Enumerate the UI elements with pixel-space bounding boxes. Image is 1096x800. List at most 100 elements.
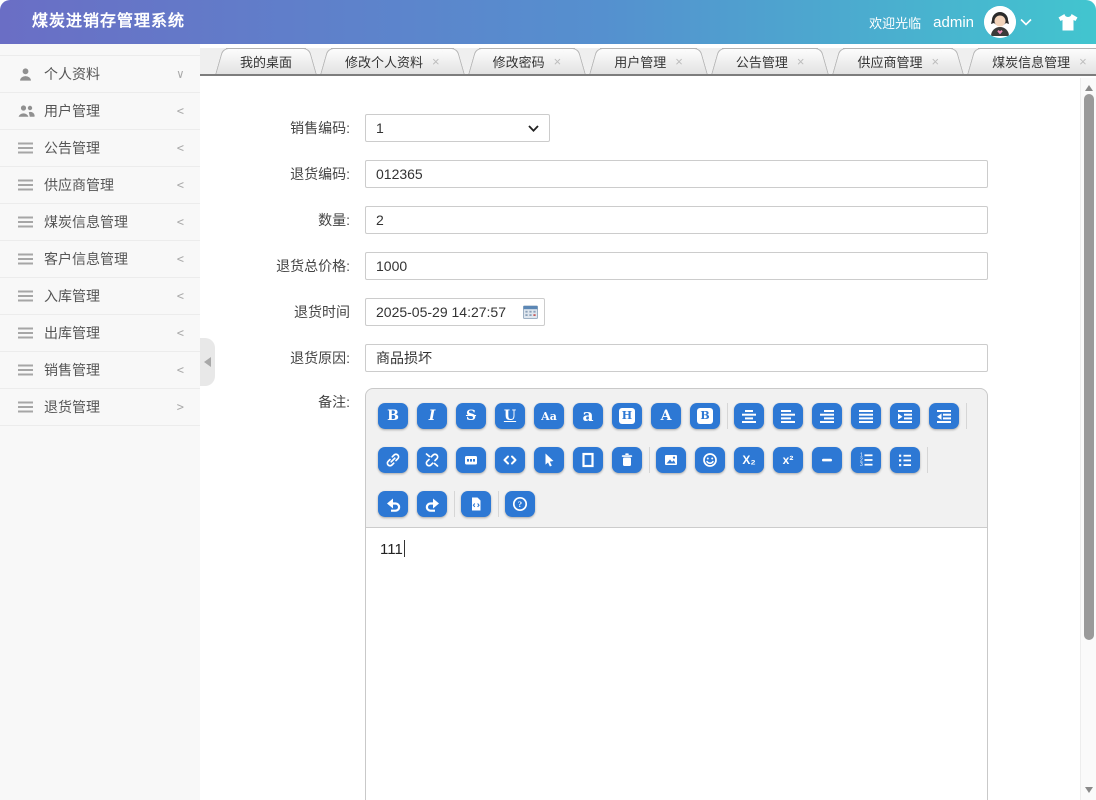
tab-close-icon[interactable]: ×	[675, 55, 683, 68]
sidebar-item-customer-info-management[interactable]: 客户信息管理 <	[0, 241, 200, 278]
align-right-icon	[819, 409, 835, 423]
sidebar-item-outbound-management[interactable]: 出库管理 <	[0, 315, 200, 352]
source-code-button[interactable]	[461, 491, 491, 517]
sale-code-select[interactable]: 1	[365, 114, 550, 142]
scrollbar-thumb[interactable]	[1084, 94, 1094, 640]
avatar[interactable]	[984, 6, 1016, 38]
vertical-scrollbar[interactable]	[1080, 78, 1096, 800]
superscript-button[interactable]: x²	[773, 447, 803, 473]
sidebar-item-supplier-management[interactable]: 供应商管理 <	[0, 167, 200, 204]
sidebar-item-profile[interactable]: 个人资料 ∨	[0, 56, 200, 93]
frame-button[interactable]	[573, 447, 603, 473]
unordered-list-icon	[897, 452, 913, 468]
tab-notice-management[interactable]: 公告管理 ×	[722, 48, 819, 74]
tab-my-desktop[interactable]: 我的桌面	[226, 48, 306, 74]
media-button[interactable]	[456, 447, 486, 473]
unlink-button[interactable]	[417, 447, 447, 473]
app-window: 煤炭进销存管理系统 欢迎光临 admin	[0, 0, 1096, 800]
tab-coal-info-management[interactable]: 煤炭信息管理 ×	[978, 48, 1096, 74]
subscript-button[interactable]: X₂	[734, 447, 764, 473]
ordered-list-button[interactable]: 123	[851, 447, 881, 473]
image-button[interactable]	[656, 447, 686, 473]
italic-button[interactable]: I	[417, 403, 447, 429]
align-justify-icon	[858, 409, 874, 423]
user-area: 欢迎光临 admin	[869, 0, 1078, 44]
list-icon	[18, 325, 35, 341]
align-justify-button[interactable]	[851, 403, 881, 429]
calendar-icon[interactable]	[523, 305, 538, 324]
username: admin	[933, 14, 974, 31]
tab-user-management[interactable]: 用户管理 ×	[600, 48, 697, 74]
delete-button[interactable]	[612, 447, 642, 473]
outdent-button[interactable]	[929, 403, 959, 429]
horizontal-rule-button[interactable]	[812, 447, 842, 473]
unordered-list-button[interactable]	[890, 447, 920, 473]
strikethrough-button[interactable]: S	[456, 403, 486, 429]
code-button[interactable]	[495, 447, 525, 473]
help-button[interactable]: ?	[505, 491, 535, 517]
list-icon	[18, 140, 35, 156]
indent-button[interactable]	[890, 403, 920, 429]
sidebar-item-sales-management[interactable]: 销售管理 <	[0, 352, 200, 389]
background-color-button[interactable]: B	[690, 403, 720, 429]
sidebar-item-user-management[interactable]: 用户管理 <	[0, 93, 200, 130]
quantity-input[interactable]	[365, 206, 988, 234]
editor-content-text: 111	[380, 541, 403, 558]
align-left-button[interactable]	[773, 403, 803, 429]
link-button[interactable]	[378, 447, 408, 473]
chevron-collapsed-icon: <	[177, 326, 184, 340]
tab-close-icon[interactable]: ×	[931, 55, 939, 68]
outdent-icon	[936, 409, 952, 423]
scroll-down-arrow-icon[interactable]	[1085, 787, 1093, 793]
tab-close-icon[interactable]: ×	[1079, 55, 1087, 68]
total-price-input[interactable]	[365, 252, 988, 280]
remark-rich-text-editor: B I S U Aa a H A B	[365, 388, 988, 800]
tab-supplier-management[interactable]: 供应商管理 ×	[843, 48, 953, 74]
list-icon	[18, 251, 35, 267]
sidebar-item-inbound-management[interactable]: 入库管理 <	[0, 278, 200, 315]
app-title: 煤炭进销存管理系统	[32, 0, 185, 44]
chevron-down-icon[interactable]	[1020, 18, 1032, 26]
tab-change-password[interactable]: 修改密码 ×	[479, 48, 576, 74]
tab-edit-profile[interactable]: 修改个人资料 ×	[331, 48, 454, 74]
form-row-total-price: 退货总价格:	[200, 252, 1080, 280]
background-color-icon: B	[697, 408, 713, 424]
editor-toolbar: B I S U Aa a H A B	[366, 389, 987, 528]
font-color-button[interactable]: A	[651, 403, 681, 429]
align-center-button[interactable]	[734, 403, 764, 429]
tab-close-icon[interactable]: ×	[797, 55, 805, 68]
image-icon	[663, 452, 679, 468]
sidebar-item-returns-management[interactable]: 退货管理 >	[0, 389, 200, 426]
redo-button[interactable]	[417, 491, 447, 517]
sidebar-item-coal-info-management[interactable]: 煤炭信息管理 <	[0, 204, 200, 241]
return-time-input[interactable]	[365, 298, 545, 326]
theme-tshirt-icon[interactable]	[1058, 14, 1078, 31]
align-right-button[interactable]	[812, 403, 842, 429]
select-cursor-button[interactable]	[534, 447, 564, 473]
sidebar-item-notice-management[interactable]: 公告管理 <	[0, 130, 200, 167]
return-reason-input[interactable]	[365, 344, 988, 372]
font-family-button[interactable]: a	[573, 403, 603, 429]
underline-button[interactable]: U	[495, 403, 525, 429]
editor-content-area[interactable]: 111	[366, 528, 987, 800]
form-row-return-code: 退货编码:	[200, 160, 1080, 188]
sidebar-collapse-handle[interactable]	[200, 338, 215, 386]
svg-text:3: 3	[860, 462, 863, 468]
font-size-button[interactable]: Aa	[534, 403, 564, 429]
heading-button[interactable]: H	[612, 403, 642, 429]
emoji-icon	[702, 452, 718, 468]
quantity-label: 数量:	[200, 206, 350, 234]
sale-code-selected-value: 1	[376, 120, 384, 136]
bold-button[interactable]: B	[378, 403, 408, 429]
scroll-up-arrow-icon[interactable]	[1085, 85, 1093, 91]
return-code-input[interactable]	[365, 160, 988, 188]
emoji-button[interactable]	[695, 447, 725, 473]
undo-button[interactable]	[378, 491, 408, 517]
toolbar-separator	[966, 403, 967, 429]
tab-close-icon[interactable]: ×	[432, 55, 440, 68]
toolbar-separator	[649, 447, 650, 473]
collapse-arrow-icon	[204, 357, 211, 367]
tab-close-icon[interactable]: ×	[554, 55, 562, 68]
main-content: 销售编码: 1 退货编码: 数量: 退货总价格: 退货时间	[200, 78, 1080, 800]
font-size-icon: Aa	[541, 411, 557, 422]
